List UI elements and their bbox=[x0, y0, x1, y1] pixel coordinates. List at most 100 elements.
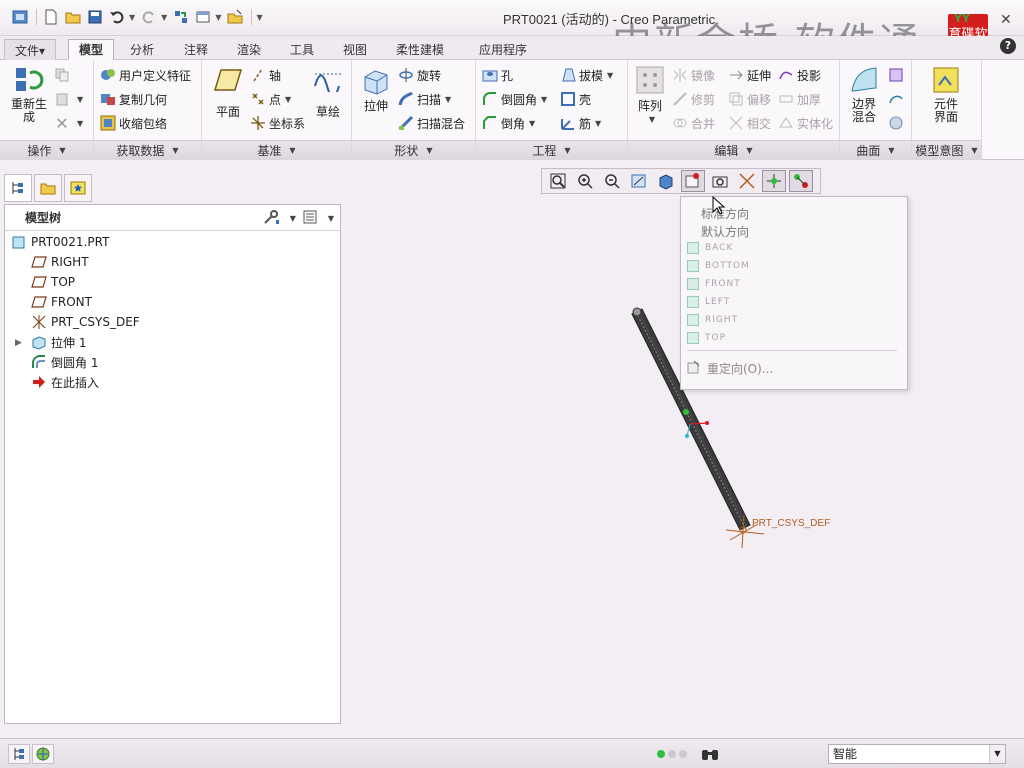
tree-show-icon[interactable] bbox=[302, 209, 318, 228]
expand-arrow-icon[interactable]: ▶ bbox=[15, 338, 22, 348]
tab-applications[interactable]: 应用程序 bbox=[469, 39, 537, 60]
group-label-shapes[interactable]: 形状 ▼ bbox=[352, 140, 475, 160]
tree-item-top[interactable]: TOP bbox=[31, 272, 75, 292]
saved-orientations-icon[interactable] bbox=[681, 170, 705, 192]
group-label-get-data[interactable]: 获取数据 ▼ bbox=[94, 140, 201, 160]
tree-settings-icon[interactable] bbox=[262, 208, 280, 229]
selection-filter-select[interactable]: 智能 ▼ bbox=[828, 744, 1006, 764]
point-button[interactable]: 点 ▼ bbox=[250, 88, 291, 110]
hole-button[interactable]: 孔 bbox=[482, 64, 513, 86]
shrinkwrap-button[interactable]: 收缩包络 bbox=[100, 112, 167, 134]
menu-item-default-orientation[interactable]: 默认方向 bbox=[701, 223, 749, 240]
refit-icon[interactable] bbox=[546, 170, 570, 192]
tree-show-dropdown-icon[interactable]: ▼ bbox=[328, 214, 334, 223]
pattern-button[interactable]: 阵列 ▼ bbox=[632, 64, 668, 126]
plane-button[interactable]: 平面 bbox=[208, 64, 248, 119]
view-manager-icon[interactable] bbox=[708, 170, 732, 192]
toggle-navigator-icon[interactable] bbox=[8, 744, 30, 764]
close-icon[interactable]: ✕ bbox=[1000, 12, 1012, 28]
paste-button[interactable]: ▼ bbox=[54, 88, 83, 110]
revolve-button[interactable]: 旋转 bbox=[398, 64, 441, 86]
draft-dropdown-icon[interactable]: ▼ bbox=[607, 71, 613, 80]
rib-dropdown-icon[interactable]: ▼ bbox=[595, 119, 601, 128]
group-label-operations[interactable]: 操作 ▼ bbox=[0, 140, 93, 160]
thicken-button[interactable]: 加厚 bbox=[778, 88, 821, 110]
pattern-dropdown-icon[interactable]: ▼ bbox=[649, 113, 655, 126]
favorites-tab[interactable] bbox=[64, 174, 92, 202]
tree-item-front[interactable]: FRONT bbox=[31, 292, 92, 312]
point-dropdown-icon[interactable]: ▼ bbox=[285, 95, 291, 104]
sketch-button[interactable]: 草绘 bbox=[308, 64, 348, 119]
tab-render[interactable]: 渲染 bbox=[227, 39, 271, 60]
style-surface-button[interactable] bbox=[888, 88, 907, 110]
tab-model[interactable]: 模型 bbox=[68, 39, 115, 60]
chamfer-button[interactable]: 倒角 ▼ bbox=[482, 112, 535, 134]
annotation-display-icon[interactable] bbox=[789, 170, 813, 192]
menu-item-view-back[interactable]: BACK bbox=[687, 239, 733, 257]
tree-item-part[interactable]: PRT0021.PRT bbox=[11, 232, 109, 252]
chevron-down-icon[interactable]: ▼ bbox=[989, 745, 1005, 763]
menu-item-view-top[interactable]: TOP bbox=[687, 329, 726, 347]
zoom-in-icon[interactable] bbox=[573, 170, 597, 192]
trim-button[interactable]: 修剪 bbox=[672, 88, 715, 110]
group-label-datum[interactable]: 基准 ▼ bbox=[202, 140, 351, 160]
undo-dropdown-icon[interactable]: ▼ bbox=[129, 13, 135, 22]
freestyle-button[interactable] bbox=[888, 112, 907, 134]
menu-item-view-bottom[interactable]: BOTTOM bbox=[687, 257, 750, 275]
regenerate-quick-icon[interactable] bbox=[171, 7, 191, 27]
csys-button[interactable]: 坐标系 bbox=[250, 112, 305, 134]
find-binoculars-icon[interactable] bbox=[700, 746, 720, 766]
repaint-icon[interactable] bbox=[627, 170, 651, 192]
undo-icon[interactable] bbox=[107, 7, 127, 27]
open-folder-icon[interactable] bbox=[63, 7, 83, 27]
tab-view[interactable]: 视图 bbox=[333, 39, 377, 60]
toggle-browser-icon[interactable] bbox=[32, 744, 54, 764]
delete-button[interactable]: ✕ ▼ bbox=[54, 112, 83, 134]
spin-center-icon[interactable] bbox=[762, 170, 786, 192]
windows-icon[interactable] bbox=[193, 7, 213, 27]
tab-annotate[interactable]: 注释 bbox=[174, 39, 218, 60]
paste-dropdown-icon[interactable]: ▼ bbox=[77, 95, 83, 104]
chamfer-dropdown-icon[interactable]: ▼ bbox=[529, 119, 535, 128]
save-icon[interactable] bbox=[85, 7, 105, 27]
model-tree-tab[interactable] bbox=[4, 174, 32, 202]
tree-settings-dropdown-icon[interactable]: ▼ bbox=[290, 214, 296, 223]
new-file-icon[interactable] bbox=[41, 7, 61, 27]
windows-dropdown-icon[interactable]: ▼ bbox=[215, 13, 221, 22]
regenerate-button[interactable]: 重新生成 bbox=[6, 64, 52, 124]
datum-display-icon[interactable] bbox=[735, 170, 759, 192]
tab-file[interactable]: 文件▾ bbox=[4, 39, 57, 60]
round-button[interactable]: 倒圆角 ▼ bbox=[482, 88, 547, 110]
copy-geometry-button[interactable]: 复制几何 bbox=[100, 88, 167, 110]
tab-flexible-modeling[interactable]: 柔性建模 bbox=[386, 39, 454, 60]
help-icon[interactable]: ? bbox=[1000, 38, 1016, 54]
group-label-editing[interactable]: 编辑 ▼ bbox=[628, 140, 839, 160]
tree-item-csys[interactable]: PRT_CSYS_DEF bbox=[31, 312, 140, 332]
zoom-out-icon[interactable] bbox=[600, 170, 624, 192]
solidify-button[interactable]: 实体化 bbox=[778, 112, 833, 134]
sweep-button[interactable]: 扫描 ▼ bbox=[398, 88, 451, 110]
axis-button[interactable]: 轴 bbox=[250, 64, 281, 86]
extrude-button[interactable]: 拉伸 bbox=[356, 64, 396, 113]
udf-button[interactable]: 用户定义特征 bbox=[100, 64, 191, 86]
merge-button[interactable]: 合并 bbox=[672, 112, 715, 134]
tab-analysis[interactable]: 分析 bbox=[120, 39, 164, 60]
swept-blend-button[interactable]: 扫描混合 bbox=[398, 112, 465, 134]
tree-item-right[interactable]: RIGHT bbox=[31, 252, 89, 272]
redo-dropdown-icon[interactable]: ▼ bbox=[161, 13, 167, 22]
delete-dropdown-icon[interactable]: ▼ bbox=[77, 119, 83, 128]
boundary-blend-button[interactable]: 边界混合 bbox=[844, 64, 884, 124]
rib-button[interactable]: 筋 ▼ bbox=[560, 112, 601, 134]
tree-item-insert-here[interactable]: 在此插入 bbox=[31, 372, 99, 392]
tree-item-extrude[interactable]: 拉伸 1 bbox=[31, 332, 86, 352]
tab-tools[interactable]: 工具 bbox=[280, 39, 324, 60]
menu-item-reorient[interactable]: 重定向(O)... bbox=[687, 360, 773, 377]
intersect-button[interactable]: 相交 bbox=[728, 112, 771, 134]
extend-button[interactable]: 延伸 bbox=[728, 64, 771, 86]
copy-button[interactable] bbox=[54, 64, 73, 86]
menu-item-view-front[interactable]: FRONT bbox=[687, 275, 741, 293]
menu-item-view-left[interactable]: LEFT bbox=[687, 293, 730, 311]
tree-item-round[interactable]: 倒圆角 1 bbox=[31, 352, 98, 372]
project-button[interactable]: 投影 bbox=[778, 64, 821, 86]
close-window-icon[interactable] bbox=[225, 7, 245, 27]
